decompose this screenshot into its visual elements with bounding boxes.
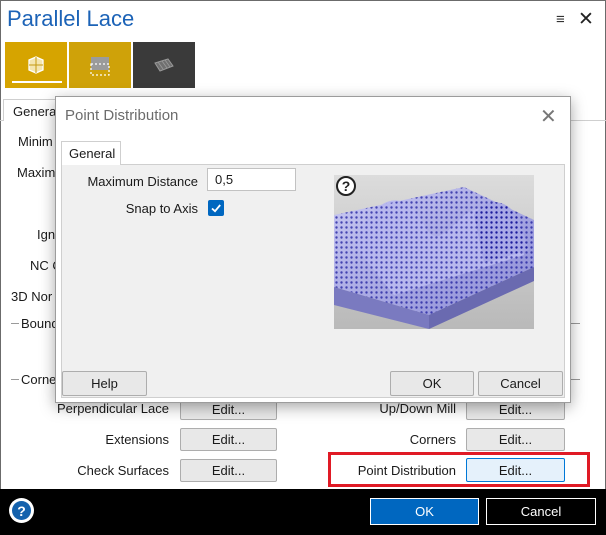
preview-help-icon[interactable]: ? — [336, 176, 356, 196]
checkmark-icon — [211, 204, 221, 213]
dialog-cancel-button[interactable]: Cancel — [478, 371, 563, 396]
label-ignore: Ign — [37, 227, 56, 242]
lace-surface-icon — [28, 56, 44, 74]
boundary-icon — [90, 57, 110, 76]
max-distance-label: Maximum Distance — [87, 174, 198, 189]
snap-to-axis-label: Snap to Axis — [125, 201, 198, 216]
dialog-close-icon[interactable]: ✕ — [540, 104, 557, 129]
mesh-icon — [154, 58, 174, 72]
label-minimum: Minim — [18, 134, 53, 149]
dialog-tab-general[interactable]: General — [61, 141, 121, 165]
max-distance-input[interactable]: 0,5 — [207, 168, 296, 191]
group-line — [11, 379, 19, 380]
label-3d-normal: 3D Nor — [11, 289, 53, 304]
menu-icon[interactable]: ≡ — [556, 11, 565, 28]
snap-to-axis-checkbox[interactable] — [208, 200, 224, 216]
group-corners: Corne — [21, 372, 57, 387]
tab-general-background[interactable]: General — [3, 99, 59, 121]
group-line-right — [571, 379, 580, 380]
corners-edit-button[interactable]: Edit... — [466, 428, 565, 451]
label-check-surfaces: Check Surfaces — [77, 463, 169, 478]
check-surfaces-edit-button[interactable]: Edit... — [180, 459, 277, 482]
point-distribution-highlight — [328, 452, 590, 487]
group-line-right — [571, 323, 580, 324]
close-icon[interactable]: ✕ — [578, 8, 594, 31]
dialog-help-button[interactable]: Help — [62, 371, 147, 396]
label-perpendicular-lace: Perpendicular Lace — [56, 401, 169, 416]
cancel-button[interactable]: Cancel — [486, 498, 596, 525]
window-title: Parallel Lace — [7, 6, 135, 31]
dialog-ok-button[interactable]: OK — [390, 371, 474, 396]
help-icon: ? — [12, 501, 31, 520]
extensions-edit-button[interactable]: Edit... — [180, 428, 277, 451]
active-tab-indicator — [12, 81, 62, 83]
label-maximum: Maxim — [17, 165, 56, 180]
ok-button[interactable]: OK — [370, 498, 479, 525]
label-corners: Corners — [409, 432, 456, 447]
label-up-down-mill: Up/Down Mill — [379, 401, 456, 416]
help-button[interactable]: ? — [9, 498, 34, 523]
tab-boundary[interactable] — [69, 42, 131, 88]
dialog-title: Point Distribution — [65, 107, 179, 124]
dialog-tab-line — [61, 164, 565, 165]
label-extensions: Extensions — [105, 432, 169, 447]
group-line — [11, 323, 19, 324]
tab-mesh[interactable] — [133, 42, 195, 88]
group-boundaries: Bound — [21, 316, 59, 331]
point-distribution-preview-image — [334, 175, 534, 329]
